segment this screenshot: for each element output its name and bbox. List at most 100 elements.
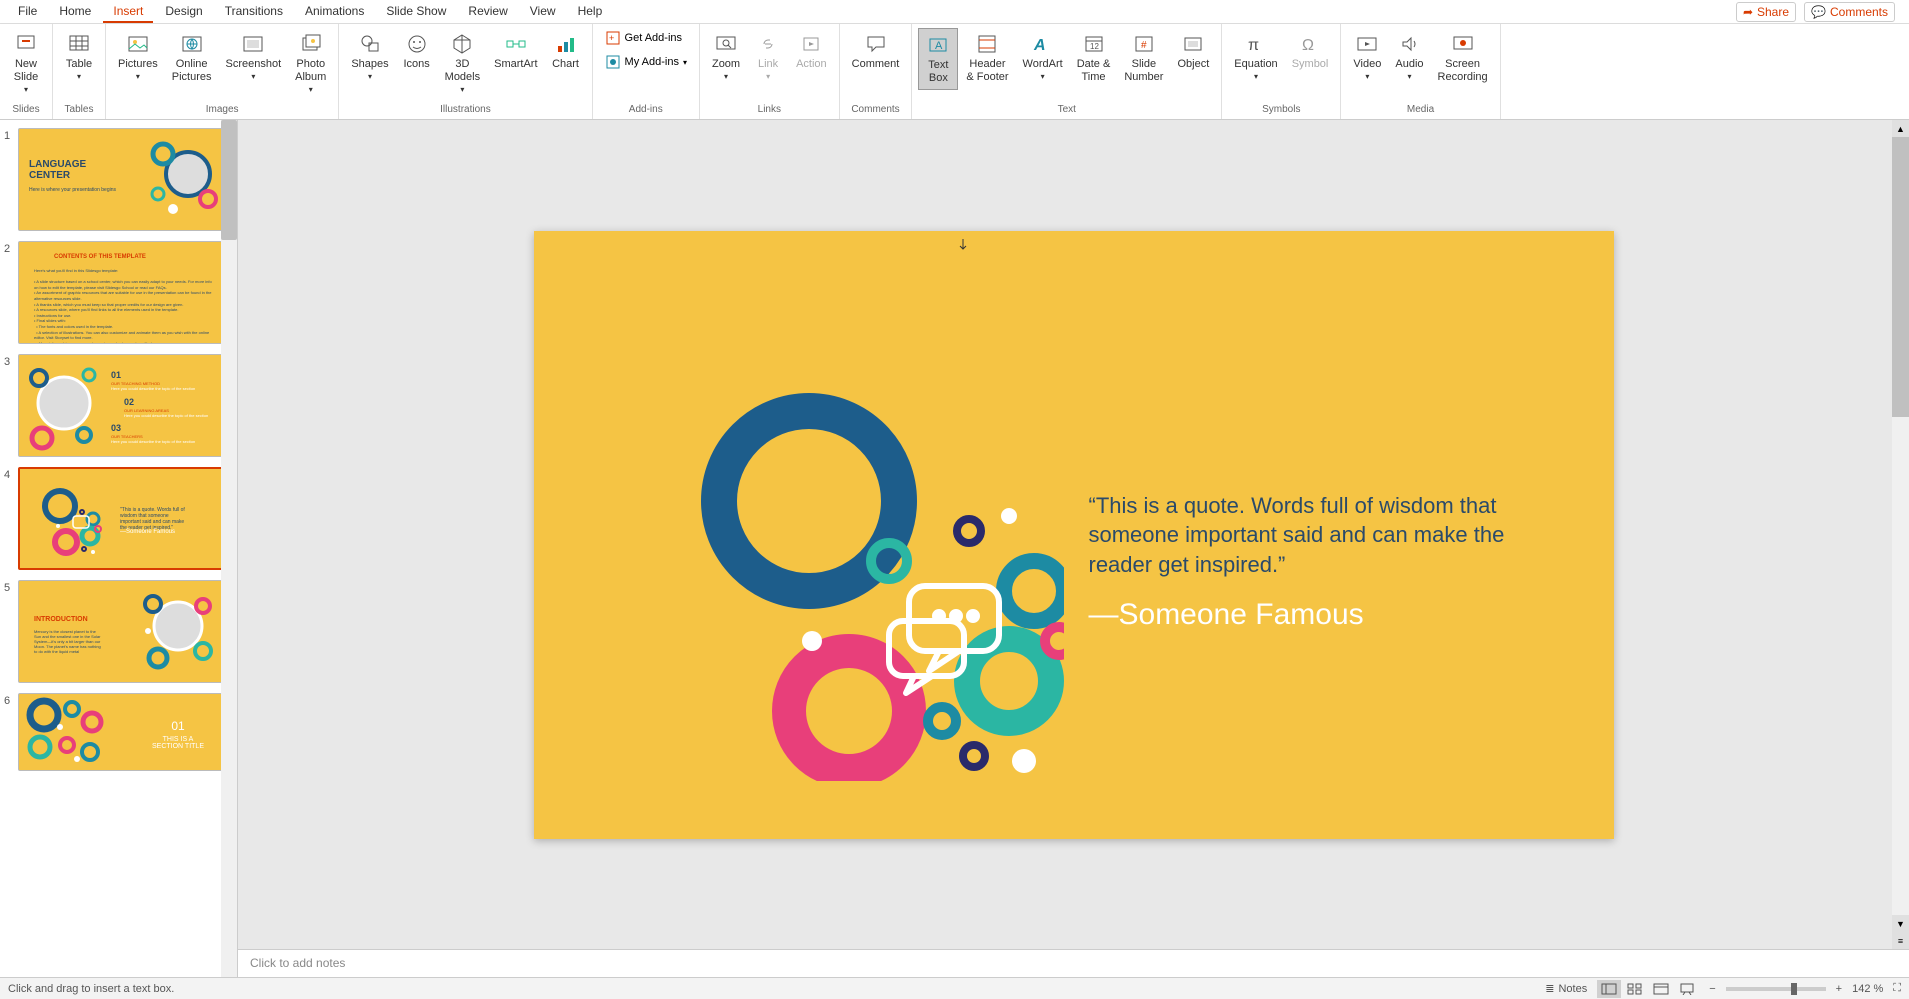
object-button[interactable]: Object <box>1171 28 1215 75</box>
zoom-level[interactable]: 142 % <box>1852 983 1883 995</box>
menu-design[interactable]: Design <box>155 1 212 23</box>
comments-button[interactable]: 💬Comments <box>1804 2 1895 22</box>
photo-album-icon <box>299 32 323 56</box>
symbol-icon: Ω <box>1298 32 1322 56</box>
share-icon: ➦ <box>1743 5 1753 19</box>
online-pictures-button[interactable]: OnlinePictures <box>166 28 218 88</box>
zoom-in-button[interactable]: + <box>1836 983 1842 995</box>
screen-recording-button[interactable]: ScreenRecording <box>1432 28 1494 88</box>
date-time-label: Date &Time <box>1077 58 1111 84</box>
online-pictures-icon <box>180 32 204 56</box>
sorter-view-button[interactable] <box>1623 980 1647 998</box>
reading-view-button[interactable] <box>1649 980 1673 998</box>
menu-review[interactable]: Review <box>458 1 517 23</box>
get-addins-button[interactable]: +Get Add-ins <box>599 28 693 48</box>
share-button[interactable]: ➦Share <box>1736 2 1796 22</box>
notes-toggle[interactable]: ≣ Notes <box>1545 982 1587 995</box>
text-box-cursor-hint <box>958 239 968 253</box>
slide-canvas-wrap: “This is a quote. Words full of wisdom t… <box>238 120 1909 949</box>
chevron-down-icon: ▾ <box>309 85 313 95</box>
chevron-down-icon: ▾ <box>1254 72 1258 82</box>
scroll-down-icon[interactable]: ▼ <box>1892 915 1909 932</box>
wordart-label: WordArt <box>1023 58 1063 71</box>
header-footer-label: Header& Footer <box>966 58 1008 84</box>
smartart-button[interactable]: SmartArt <box>488 28 543 75</box>
scroll-up-icon[interactable]: ▲ <box>1892 120 1909 137</box>
notes-pane[interactable]: Click to add notes <box>238 949 1909 977</box>
scroll-split-icon[interactable]: ≡ <box>1892 932 1909 949</box>
photo-album-button[interactable]: PhotoAlbum▾ <box>289 28 332 99</box>
slideshow-view-button[interactable] <box>1675 980 1699 998</box>
slide-thumbnail-4[interactable]: "This is a quote. Words full of wisdom t… <box>18 467 229 570</box>
zoom-out-button[interactable]: − <box>1709 983 1715 995</box>
zoom-slider-thumb[interactable] <box>1791 983 1797 995</box>
slide-thumbnail-5[interactable]: INTRODUCTION Mercury is the closest plan… <box>18 580 229 683</box>
video-button[interactable]: Video▾ <box>1347 28 1387 86</box>
slide-thumb-row: 4 "This is a quote. Words full of wisdom… <box>0 465 237 578</box>
normal-view-button[interactable] <box>1597 980 1621 998</box>
svg-text:12: 12 <box>1090 42 1099 51</box>
notes-icon: ≣ <box>1545 982 1554 995</box>
menu-insert[interactable]: Insert <box>103 1 153 23</box>
zoom-button[interactable]: Zoom▾ <box>706 28 746 86</box>
status-bar: Click and drag to insert a text box. ≣No… <box>0 977 1909 999</box>
ribbon-group-label: Images <box>110 102 334 119</box>
notes-label: Notes <box>1558 983 1587 995</box>
equation-button[interactable]: πEquation▾ <box>1228 28 1283 86</box>
zoom-slider[interactable] <box>1726 987 1826 991</box>
chevron-down-icon: ▾ <box>24 85 28 95</box>
slide-thumbnail-1[interactable]: LANGUAGECENTER Here is where your presen… <box>18 128 229 231</box>
menu-transitions[interactable]: Transitions <box>215 1 293 23</box>
menu-animations[interactable]: Animations <box>295 1 374 23</box>
slide-number: 6 <box>4 693 18 707</box>
chart-button[interactable]: Chart <box>546 28 586 75</box>
menu-view[interactable]: View <box>520 1 566 23</box>
scrollbar-thumb[interactable] <box>1892 137 1909 417</box>
icons-button[interactable]: Icons <box>397 28 437 75</box>
slide-thumbnail-6[interactable]: 01 THIS IS ASECTION TITLE <box>18 693 229 771</box>
editor-scrollbar-vertical[interactable]: ▲ ▼ ≡ <box>1892 120 1909 949</box>
scrollbar-thumb[interactable] <box>221 120 237 240</box>
fit-window-button[interactable]: ⛶ <box>1893 982 1901 995</box>
menu-help[interactable]: Help <box>568 1 613 23</box>
table-button[interactable]: Table▾ <box>59 28 99 86</box>
chevron-down-icon: ▾ <box>77 72 81 82</box>
audio-icon <box>1397 32 1421 56</box>
new-slide-button[interactable]: NewSlide▾ <box>6 28 46 99</box>
action-button: Action <box>790 28 833 75</box>
menu-file[interactable]: File <box>8 1 47 23</box>
slide-number-button[interactable]: #SlideNumber <box>1118 28 1169 88</box>
pictures-button[interactable]: Pictures▾ <box>112 28 164 86</box>
ribbon-group-media: Video▾Audio▾ScreenRecordingMedia <box>1341 24 1500 119</box>
ribbon-group-label: Links <box>704 102 835 119</box>
slide-thumbnail-3[interactable]: 01OUR TEACHING METHODHere you could desc… <box>18 354 229 457</box>
slide-thumb-row: 3 01OUR TEACHING METHODHere you could de… <box>0 352 237 465</box>
wordart-button[interactable]: AWordArt▾ <box>1017 28 1069 86</box>
slide-thumb-row: 5INTRODUCTION Mercury is the closest pla… <box>0 578 237 691</box>
menu-slideshow[interactable]: Slide Show <box>376 1 456 23</box>
smartart-icon <box>504 32 528 56</box>
screenshot-button[interactable]: Screenshot▾ <box>220 28 288 86</box>
status-right: ≣ Notes − + 142 % ⛶ <box>1545 980 1901 998</box>
quote-text-block[interactable]: “This is a quote. Words full of wisdom t… <box>1089 491 1509 632</box>
header-footer-button[interactable]: Header& Footer <box>960 28 1014 88</box>
slide-panel-scrollbar[interactable] <box>221 120 237 977</box>
slide-thumbnail-2[interactable]: CONTENTS OF THIS TEMPLATE Here's what yo… <box>18 241 229 344</box>
link-button: Link▾ <box>748 28 788 86</box>
slide-panel[interactable]: 1LANGUAGECENTER Here is where your prese… <box>0 120 238 977</box>
my-addins-label: My Add-ins <box>625 56 679 68</box>
ribbon-group-links: Zoom▾Link▾Action Links <box>700 24 840 119</box>
menu-home[interactable]: Home <box>49 1 101 23</box>
comment-button[interactable]: Comment <box>846 28 906 75</box>
text-box-button[interactable]: ATextBox <box>918 28 958 90</box>
slide-canvas[interactable]: “This is a quote. Words full of wisdom t… <box>534 231 1614 839</box>
shapes-button[interactable]: Shapes▾ <box>345 28 394 86</box>
audio-button[interactable]: Audio▾ <box>1389 28 1429 86</box>
date-time-icon: 12 <box>1082 32 1106 56</box>
3d-models-button[interactable]: 3DModels▾ <box>439 28 486 99</box>
svg-text:Ω: Ω <box>1302 37 1314 54</box>
chevron-down-icon: ▾ <box>368 72 372 82</box>
my-addins-button[interactable]: My Add-ins▾ <box>599 52 693 72</box>
date-time-button[interactable]: 12 Date &Time <box>1071 28 1117 88</box>
slideshow-view-icon <box>1679 983 1695 995</box>
